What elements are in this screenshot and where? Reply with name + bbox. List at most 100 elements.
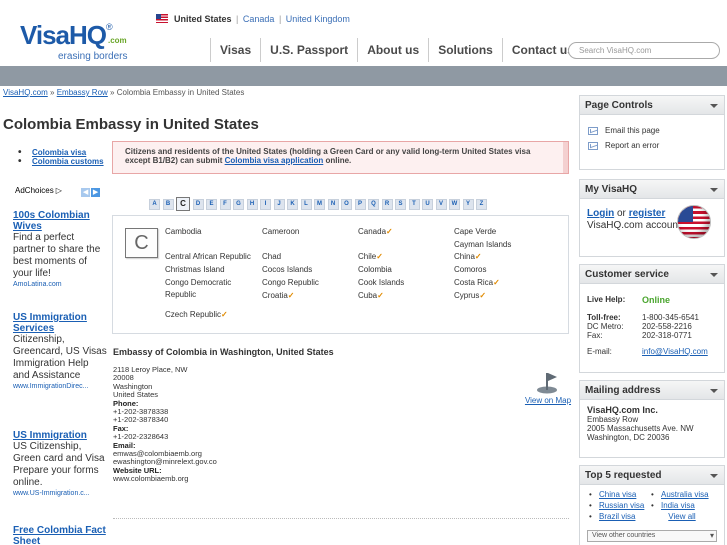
email-page-link[interactable]: Email this page	[588, 126, 717, 135]
nav-visas[interactable]: Visas	[210, 38, 260, 62]
colombia-visa-link[interactable]: Colombia visa	[32, 148, 86, 157]
register-link[interactable]: register	[629, 208, 666, 219]
country-costa-rica[interactable]: Costa Rica✓	[454, 277, 500, 289]
view-on-map[interactable]: View on Map	[523, 370, 573, 405]
letter-g[interactable]: G	[233, 199, 244, 210]
letter-p[interactable]: P	[354, 199, 366, 210]
adchoices[interactable]: AdChoices ▷ ◀ ▶	[15, 186, 101, 197]
letter-w[interactable]: W	[449, 199, 460, 210]
my-visahq-header[interactable]: My VisaHQ	[580, 180, 724, 199]
country-congo-democratic-republic[interactable]: Congo Democratic Republic	[165, 277, 255, 301]
country-cuba[interactable]: Cuba✓	[358, 290, 384, 302]
country-name: Croatia	[262, 290, 288, 300]
india-visa-link[interactable]: India visa	[661, 501, 695, 510]
letter-b[interactable]: B	[162, 199, 174, 210]
country-name: Cyprus	[454, 290, 480, 300]
email-link[interactable]: info@VisaHQ.com	[642, 347, 708, 356]
other-countries-select[interactable]: View other countries	[587, 530, 717, 542]
country-congo-republic[interactable]: Congo Republic	[262, 277, 319, 289]
letter-i[interactable]: I	[260, 199, 271, 210]
colombia-customs-link[interactable]: Colombia customs	[32, 157, 104, 166]
ad-title[interactable]: US Immigration Services	[13, 312, 108, 334]
report-error-link[interactable]: Report an error	[588, 141, 717, 150]
country-cape-verde[interactable]: Cape Verde	[454, 226, 496, 238]
letter-h[interactable]: H	[246, 199, 258, 210]
country-central-african-republic[interactable]: Central African Republic	[165, 251, 251, 263]
letter-u[interactable]: U	[422, 199, 433, 210]
left-links: Colombia visa Colombia customs	[18, 148, 110, 166]
country-canada-link[interactable]: Canada	[243, 14, 275, 24]
letter-l[interactable]: L	[300, 199, 312, 210]
ad-title[interactable]: 100s Colombian Wives	[13, 210, 108, 232]
country-czech-republic[interactable]: Czech Republic✓	[165, 309, 228, 321]
country-china[interactable]: China✓	[454, 251, 482, 263]
country-croatia[interactable]: Croatia✓	[262, 290, 295, 302]
letter-f[interactable]: F	[219, 199, 231, 210]
ad-url[interactable]: www.ImmigrationDirec...	[13, 382, 108, 391]
letter-j[interactable]: J	[273, 199, 285, 210]
customer-service-header[interactable]: Customer service	[580, 265, 724, 284]
search-input[interactable]: Search VisaHQ.com	[568, 42, 720, 59]
country-colombia[interactable]: Colombia	[358, 264, 392, 276]
account-text: VisaHQ.com account	[587, 220, 681, 231]
country-cocos-islands[interactable]: Cocos Islands	[262, 264, 312, 276]
breadcrumb-home[interactable]: VisaHQ.com	[3, 88, 48, 97]
letter-t[interactable]: T	[408, 199, 420, 210]
australia-visa-link[interactable]: Australia visa	[661, 490, 709, 499]
letter-o[interactable]: O	[341, 199, 352, 210]
china-visa-link[interactable]: China visa	[599, 490, 636, 499]
brazil-visa-link[interactable]: Brazil visa	[599, 512, 635, 521]
visa-application-link[interactable]: Colombia visa application	[225, 156, 324, 165]
country-uk-link[interactable]: United Kingdom	[286, 14, 350, 24]
country-comoros[interactable]: Comoros	[454, 264, 486, 276]
prev-ad-icon[interactable]: ◀	[81, 188, 91, 197]
letter-k[interactable]: K	[287, 199, 298, 210]
website-value: www.colombiaemb.org	[113, 474, 189, 484]
login-link[interactable]: Login	[587, 208, 614, 219]
country-cook-islands[interactable]: Cook Islands	[358, 277, 404, 289]
ad-url[interactable]: www.US-Immigration.c...	[13, 489, 108, 498]
letter-n[interactable]: N	[327, 199, 339, 210]
nav-solutions[interactable]: Solutions	[428, 38, 502, 62]
country-name: Cambodia	[165, 227, 202, 236]
letter-z[interactable]: Z	[476, 199, 487, 210]
top5-header[interactable]: Top 5 requested	[580, 466, 724, 485]
online-status[interactable]: Online	[642, 295, 670, 305]
breadcrumb-embassy-row[interactable]: Embassy Row	[57, 88, 108, 97]
ad-title[interactable]: Free Colombia Fact Sheet	[13, 525, 108, 545]
country-cayman-islands[interactable]: Cayman Islands	[454, 239, 511, 251]
country-chad[interactable]: Chad	[262, 251, 281, 263]
nav-us-passport[interactable]: U.S. Passport	[260, 38, 357, 62]
list-item: Russian visa	[587, 501, 649, 510]
country-cambodia[interactable]: Cambodia	[165, 226, 201, 238]
live-help[interactable]: Live Help: Online	[587, 295, 717, 305]
next-ad-icon[interactable]: ▶	[91, 188, 101, 197]
letter-y[interactable]: Y	[462, 199, 474, 210]
letter-e[interactable]: E	[206, 199, 217, 210]
letter-a[interactable]: A	[149, 199, 160, 210]
page-controls-header[interactable]: Page Controls	[580, 96, 724, 115]
russian-visa-link[interactable]: Russian visa	[599, 501, 644, 510]
country-name: Cook Islands	[358, 277, 405, 287]
country-cyprus[interactable]: Cyprus✓	[454, 290, 486, 302]
letter-s[interactable]: S	[395, 199, 406, 210]
letter-v[interactable]: V	[435, 199, 447, 210]
ad-title[interactable]: US Immigration	[13, 430, 108, 441]
visahq-logo[interactable]: VisaHQ ® .com erasing borders	[20, 22, 127, 62]
mailing-address-header[interactable]: Mailing address	[580, 381, 724, 400]
country-cameroon[interactable]: Cameroon	[262, 226, 299, 238]
letter-r[interactable]: R	[381, 199, 393, 210]
country-christmas-island[interactable]: Christmas Island	[165, 264, 225, 276]
view-on-map-link[interactable]: View on Map	[525, 396, 571, 405]
list-item: View all	[649, 512, 715, 521]
nav-about-us[interactable]: About us	[357, 38, 428, 62]
country-canada[interactable]: Canada✓	[358, 226, 393, 238]
view-all-link[interactable]: View all	[668, 512, 695, 521]
letter-d[interactable]: D	[192, 199, 204, 210]
ad-url[interactable]: AmoLatina.com	[13, 280, 108, 289]
list-item: Australia visa	[649, 490, 715, 499]
country-chile[interactable]: Chile✓	[358, 251, 383, 263]
letter-c[interactable]: C	[176, 197, 190, 211]
letter-m[interactable]: M	[314, 199, 325, 210]
letter-q[interactable]: Q	[368, 199, 379, 210]
